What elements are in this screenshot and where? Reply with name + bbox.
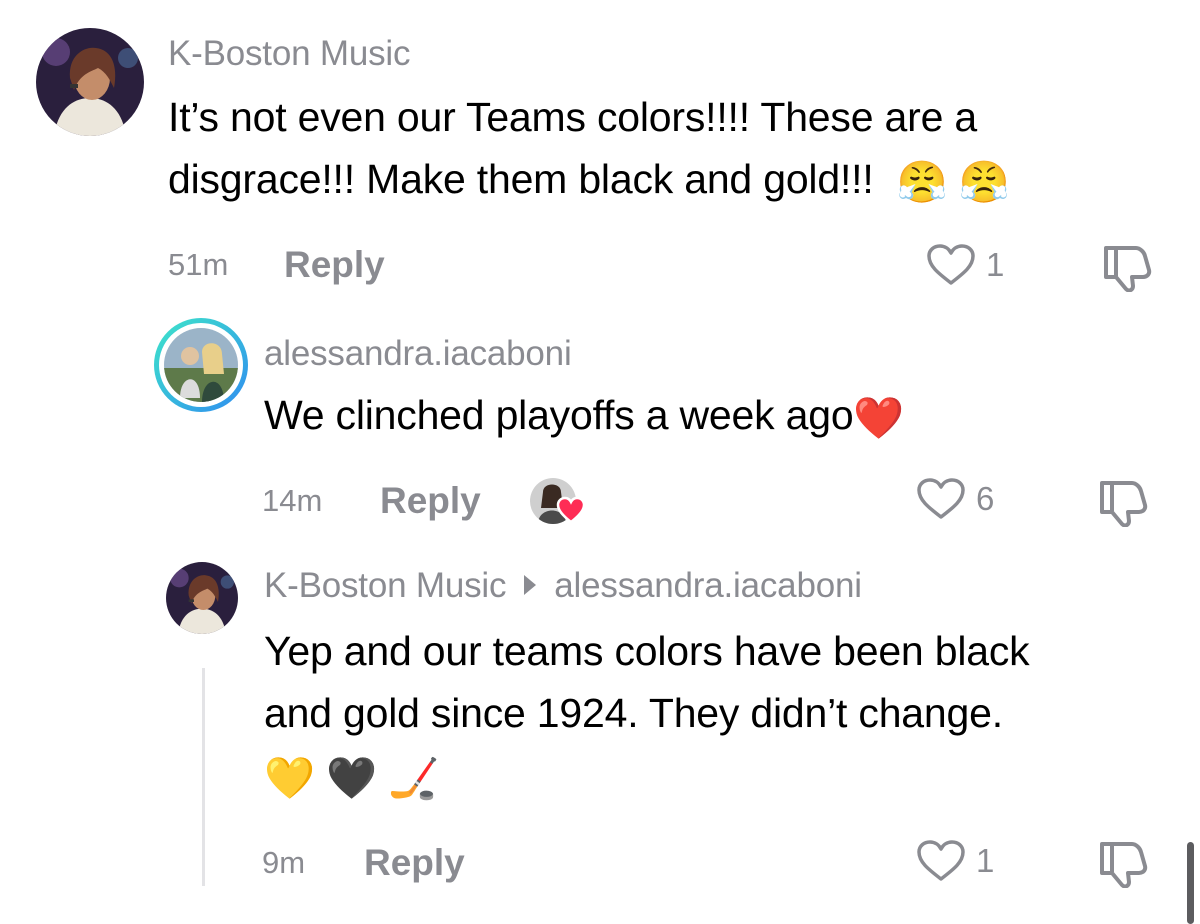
thumbs-down-icon bbox=[1100, 842, 1148, 889]
dislike-button[interactable] bbox=[1100, 244, 1154, 297]
comment-timestamp: 9m bbox=[262, 845, 306, 880]
comment-text: It’s not even our Teams colors!!!! These… bbox=[168, 86, 1168, 213]
comment-timestamp: 51m bbox=[168, 247, 229, 282]
black-heart-emoji: 🖤 bbox=[326, 755, 377, 802]
reply-button[interactable]: Reply bbox=[380, 480, 481, 522]
angry-face-emoji: 😤 bbox=[896, 159, 948, 206]
avatar[interactable] bbox=[166, 562, 238, 634]
comments-panel: K-Boston Music It’s not even our Teams c… bbox=[0, 0, 1200, 924]
comment-text-line: We clinched playoffs a week ago bbox=[264, 392, 854, 438]
thumbs-down-icon bbox=[1100, 481, 1148, 528]
like-count: 1 bbox=[976, 842, 995, 879]
like-button[interactable]: 6 bbox=[916, 477, 994, 521]
dislike-button[interactable] bbox=[1096, 479, 1150, 532]
comment-text-line-2: disgrace!!! Make them black and gold!!! … bbox=[168, 148, 1168, 213]
comment-text-line: It’s not even our Teams colors!!!! These… bbox=[168, 94, 977, 140]
comment-text: Yep and our teams colors have been black… bbox=[264, 620, 1184, 809]
reply-header: K-Boston Music alessandra.iacaboni bbox=[264, 566, 862, 606]
reply-to-username[interactable]: alessandra.iacaboni bbox=[554, 566, 862, 605]
heart-outline-icon bbox=[927, 244, 975, 285]
reply-button[interactable]: Reply bbox=[364, 842, 465, 884]
dislike-button[interactable] bbox=[1096, 840, 1150, 893]
scrollbar[interactable] bbox=[1187, 842, 1194, 924]
angry-face-emoji: 😤 bbox=[958, 159, 1010, 206]
thread-line bbox=[202, 668, 205, 886]
yellow-heart-emoji: 💛 bbox=[264, 755, 315, 802]
like-button[interactable]: 1 bbox=[916, 839, 994, 883]
heart-outline-icon bbox=[917, 478, 965, 519]
like-count: 6 bbox=[976, 480, 995, 517]
comment-text-line: and gold since 1924. They didn’t change. bbox=[264, 690, 1003, 736]
avatar bbox=[164, 328, 238, 402]
reply-arrow-icon bbox=[524, 574, 537, 595]
comment-text: We clinched playoffs a week ago❤️ bbox=[264, 384, 904, 449]
hockey-emoji: 🏒 bbox=[388, 755, 439, 802]
heart-badge-icon bbox=[556, 496, 586, 524]
avatar-story-ring[interactable] bbox=[154, 318, 248, 412]
comment-text-line: Yep and our teams colors have been black bbox=[264, 628, 1030, 674]
comment-username[interactable]: alessandra.iacaboni bbox=[264, 334, 572, 374]
avatar[interactable] bbox=[36, 28, 144, 136]
reply-button[interactable]: Reply bbox=[284, 244, 385, 286]
comment-username[interactable]: K-Boston Music bbox=[168, 34, 410, 74]
like-count: 1 bbox=[986, 246, 1005, 283]
heart-outline-icon bbox=[917, 840, 965, 881]
red-heart-emoji: ❤️ bbox=[853, 395, 905, 442]
comment-text-line: disgrace!!! Make them black and gold!!! bbox=[168, 156, 874, 202]
thumbs-down-icon bbox=[1104, 246, 1152, 293]
like-button[interactable]: 1 bbox=[926, 243, 1004, 287]
comment-timestamp: 14m bbox=[262, 483, 323, 518]
emoji-row: 💛 🖤 🏒 bbox=[264, 744, 1184, 809]
comment-username[interactable]: K-Boston Music bbox=[264, 566, 506, 605]
